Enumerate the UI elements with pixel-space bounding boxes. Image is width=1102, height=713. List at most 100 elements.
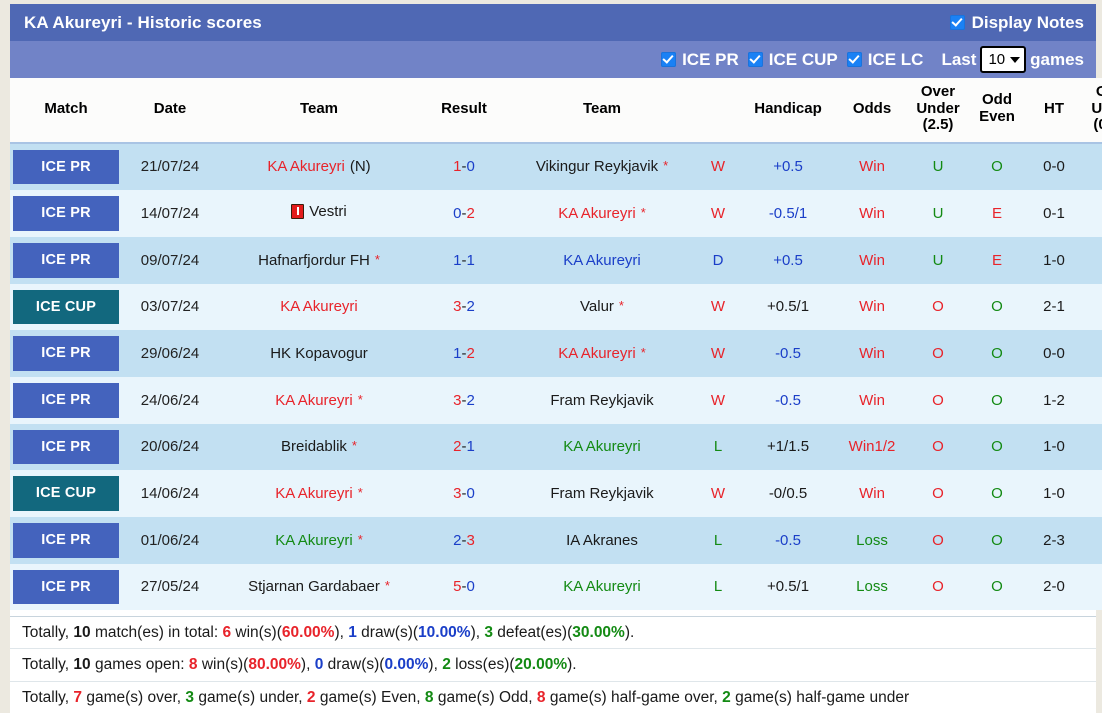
cell-over-under-075: O [1082, 470, 1102, 517]
league-badge: ICE PR [13, 569, 119, 605]
table-row[interactable]: ICE PR 01/06/24 KA Akureyri * 2-3 IA Akranes L… [10, 516, 1102, 564]
table-row[interactable]: ICE CUP 03/07/24 KA Akureyri 3-2 Valur * W +0.5… [10, 283, 1102, 331]
cell-team-home[interactable]: Stjarnan Gardabaer * [218, 563, 420, 611]
cell-date: 27/05/24 [122, 563, 218, 611]
cell-team-away[interactable]: Fram Reykjavik [508, 376, 696, 424]
cell-team-away[interactable]: KA Akureyri * [508, 190, 696, 237]
score-home: 1 [453, 158, 462, 176]
score-away: 2 [466, 391, 475, 409]
ou25-value: (2.5) [922, 116, 954, 133]
table-row[interactable]: ICE PR 09/07/24 Hafnarfjordur FH * 1-1 KA Aku… [10, 236, 1102, 284]
s3-t3: game(s) under, [194, 688, 307, 706]
s3-t2: game(s) over, [82, 688, 186, 706]
team-name-wrap: HK Kopavogur [270, 345, 368, 362]
cell-wdl: L [696, 563, 740, 611]
team-name-wrap: Stjarnan Gardabaer * [248, 578, 390, 595]
col-header-match: Match [10, 78, 122, 144]
cell-over-under-075: O [1082, 423, 1102, 471]
s2-draws: 0 [314, 656, 324, 674]
team-name-wrap: Breidablik * [281, 438, 357, 455]
cell-result: 1-2 [420, 330, 508, 377]
cell-team-home[interactable]: HK Kopavogur [218, 330, 420, 377]
ice-cup-checkbox[interactable] [747, 52, 763, 67]
cell-team-home[interactable]: KA Akureyri * [218, 470, 420, 517]
table-row[interactable]: ICE PR 21/07/24 KA Akureyri (N) 1-0 Vikingur … [10, 142, 1102, 191]
cell-team-away[interactable]: Vikingur Reykjavik * [508, 142, 696, 191]
team-name: Stjarnan Gardabaer [248, 578, 380, 596]
cell-team-away[interactable]: KA Akureyri * [508, 330, 696, 377]
asterisk-marker: * [351, 438, 357, 454]
cell-team-away[interactable]: KA Akureyri [508, 236, 696, 284]
team-name: Hafnarfjordur FH [258, 251, 370, 269]
s3-t4: game(s) Even, [315, 688, 425, 706]
league-badge: ICE PR [13, 196, 119, 231]
cell-team-home[interactable]: Hafnarfjordur FH * [218, 236, 420, 284]
ou25-over: Over [920, 83, 956, 100]
team-name-wrap: Valur * [580, 298, 624, 315]
score-away: 3 [466, 531, 475, 549]
table-row[interactable]: ICE PR 29/06/24 HK Kopavogur 1-2 KA Akureyri… [10, 330, 1102, 377]
asterisk-marker: * [663, 158, 669, 174]
cell-date: 14/06/24 [122, 470, 218, 517]
cell-date: 03/07/24 [122, 283, 218, 331]
s2-losses: 2 [442, 656, 451, 674]
cell-date: 24/06/24 [122, 376, 218, 424]
cell-team-home[interactable]: KA Akureyri [218, 283, 420, 331]
s1-t4: ), [334, 624, 349, 642]
cell-team-away[interactable]: IA Akranes [508, 516, 696, 564]
summary-line-ou: Totally, 7 game(s) over, 3 game(s) under… [10, 680, 1096, 713]
s2-wins-pct: 80.00% [248, 656, 301, 674]
s2-draws-pct: 0.00% [384, 656, 429, 674]
team-name: Fram Reykjavik [550, 484, 654, 502]
cell-odd-even: O [968, 283, 1026, 331]
cell-team-home[interactable]: KA Akureyri * [218, 516, 420, 564]
cell-handicap: +0.5 [740, 142, 836, 191]
cell-team-away[interactable]: KA Akureyri [508, 423, 696, 471]
games-count-select[interactable]: 10 [980, 46, 1027, 73]
s3-half-over: 8 [536, 688, 546, 706]
cell-team-home[interactable]: Breidablik * [218, 423, 420, 471]
s3-under: 3 [185, 688, 195, 706]
cell-team-away[interactable]: KA Akureyri [508, 563, 696, 611]
s1-wins-pct: 60.00% [281, 624, 335, 642]
s2-t7: loss(es)( [450, 656, 515, 674]
table-row[interactable]: ICE PR 20/06/24 Breidablik * 2-1 KA Akureyri L… [10, 423, 1102, 471]
display-notes-toggle[interactable]: Display Notes [949, 13, 1084, 33]
cell-over-under-075: O [1082, 516, 1102, 564]
cell-team-home[interactable]: KA Akureyri (N) [218, 142, 420, 191]
filter-ice-pr[interactable]: ICE PR [661, 50, 739, 70]
team-name: IA Akranes [566, 531, 638, 549]
team-name: KA Akureyri [563, 578, 641, 596]
s1-wins: 6 [222, 624, 232, 642]
col-header-wdl [696, 78, 740, 144]
s2-t6: ), [428, 656, 443, 674]
table-body: ICE PR 21/07/24 KA Akureyri (N) 1-0 Vikingur … [10, 142, 1102, 611]
ice-pr-checkbox[interactable] [661, 52, 677, 67]
score-away: 0 [466, 158, 475, 176]
s1-t7: defeat(es)( [493, 624, 573, 642]
page-title: KA Akureyri - Historic scores [24, 12, 262, 32]
s2-t5: draw(s)( [323, 656, 385, 674]
s2-t8: ). [567, 656, 577, 674]
cell-result: 2-3 [420, 516, 508, 564]
table-row[interactable]: ICE PR 14/07/24 Vestri 0-2 KA Akureyri * W -0.5… [10, 190, 1102, 237]
cell-team-away[interactable]: Fram Reykjavik [508, 470, 696, 517]
league-badge: ICE PR [13, 429, 119, 465]
cell-team-away[interactable]: Valur * [508, 283, 696, 331]
table-row[interactable]: ICE PR 27/05/24 Stjarnan Gardabaer * 5-0 KA A… [10, 563, 1102, 611]
filter-ice-lc[interactable]: ICE LC [846, 50, 923, 70]
team-name-wrap: KA Akureyri [563, 252, 641, 269]
team-suffix: (N) [349, 158, 371, 176]
cell-odd-even: O [968, 516, 1026, 564]
table-header: Match Date Team Result Team Handicap Odd… [10, 78, 1102, 144]
chevron-down-icon [1010, 56, 1021, 63]
table-row[interactable]: ICE PR 24/06/24 KA Akureyri * 3-2 Fram Reykja… [10, 376, 1102, 424]
table-row[interactable]: ICE CUP 14/06/24 KA Akureyri * 3-0 Fram Reykj… [10, 470, 1102, 517]
ice-lc-checkbox[interactable] [846, 52, 862, 67]
asterisk-marker: * [357, 531, 363, 547]
cell-team-home[interactable]: KA Akureyri * [218, 376, 420, 424]
filter-ice-cup[interactable]: ICE CUP [747, 50, 838, 70]
cell-team-home[interactable]: Vestri [218, 190, 420, 237]
display-notes-checkbox[interactable] [949, 15, 965, 30]
cell-handicap: +0.5/1 [740, 563, 836, 611]
